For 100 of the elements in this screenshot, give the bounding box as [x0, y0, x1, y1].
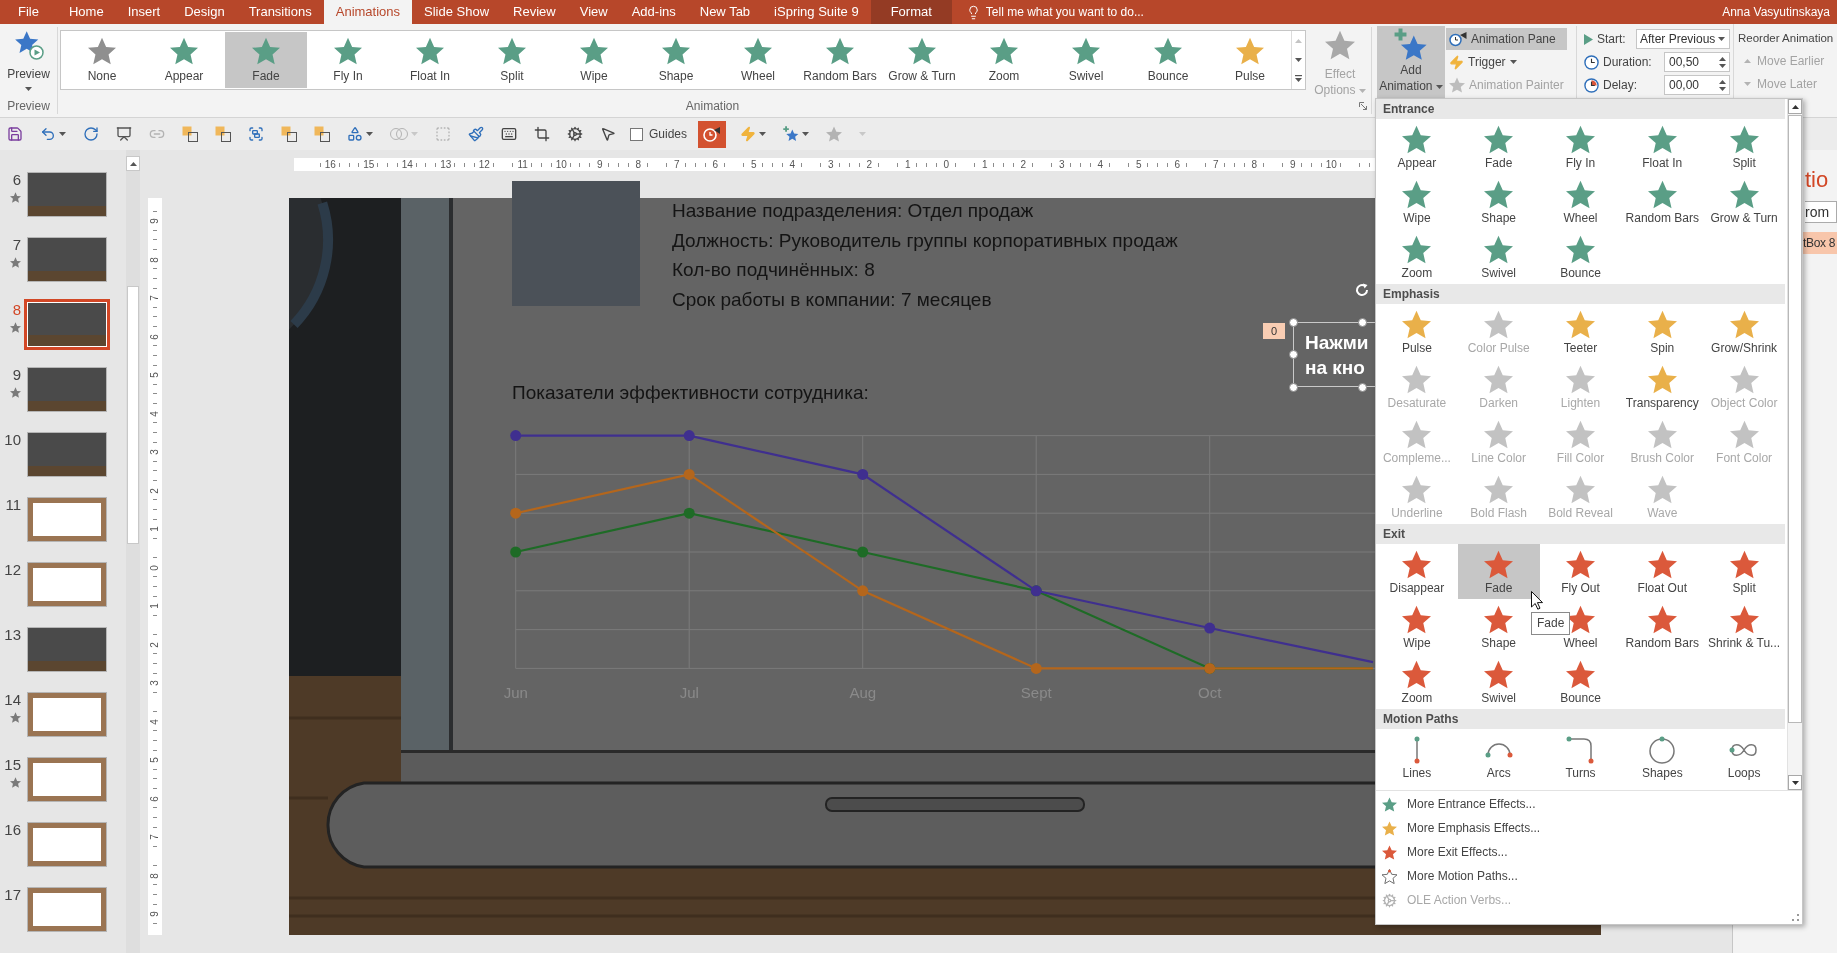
effect-item[interactable]: Fade	[1457, 544, 1540, 599]
scroll-down-button[interactable]	[1788, 775, 1802, 790]
slide-thumbnail[interactable]	[27, 887, 107, 932]
effect-item[interactable]: Fade	[225, 32, 307, 88]
effect-item[interactable]: Fade	[1457, 119, 1540, 174]
add-animation-button[interactable]: Add Animation	[1377, 26, 1445, 98]
effect-item[interactable]: Bounce	[1539, 229, 1622, 284]
effect-item[interactable]: Swivel	[1457, 654, 1540, 709]
checkbox-label[interactable]: Guides	[649, 125, 688, 143]
effect-item[interactable]: Lines	[1376, 729, 1458, 784]
scrollbar-thumb[interactable]	[127, 286, 139, 544]
resize-handle[interactable]	[1288, 382, 1298, 392]
effect-item[interactable]: Loops	[1703, 729, 1785, 784]
slide-thumbnail[interactable]	[27, 822, 107, 867]
effect-item[interactable]: Fly In	[307, 32, 389, 88]
user-name[interactable]: Anna Vasyutinskaya	[1722, 3, 1837, 21]
effect-item[interactable]: Teeter	[1539, 304, 1622, 359]
effect-item[interactable]: Fly Out	[1539, 544, 1622, 599]
effect-item[interactable]: Float In	[1621, 119, 1704, 174]
slide-thumbnail[interactable]	[27, 432, 107, 477]
slide-thumbnail[interactable]	[27, 367, 107, 412]
menu-item[interactable]: More Entrance Effects...	[1376, 792, 1802, 816]
effect-item[interactable]: Appear	[1376, 119, 1458, 174]
ribbon-tab[interactable]: Review	[501, 0, 568, 24]
slide-thumbnail[interactable]	[27, 562, 107, 607]
effect-item[interactable]: Turns	[1539, 729, 1622, 784]
menu-item[interactable]: More Emphasis Effects...	[1376, 816, 1802, 840]
ribbon-tab[interactable]: iSpring Suite 9	[762, 0, 871, 24]
effect-item[interactable]: Shrink & Tu...	[1703, 599, 1785, 654]
effect-item[interactable]: Split	[471, 32, 553, 88]
timing-button[interactable]	[698, 120, 727, 148]
effect-item[interactable]: Bounce	[1539, 654, 1622, 709]
resize-handle[interactable]	[1357, 382, 1367, 392]
effect-item[interactable]: Shape	[635, 32, 717, 88]
effect-item[interactable]: Random Bars	[1621, 174, 1704, 229]
preview-button[interactable]: Preview	[2, 27, 55, 97]
effect-item[interactable]: Shape	[1457, 174, 1540, 229]
ribbon-tab[interactable]: Transitions	[236, 0, 324, 24]
scroll-up-button[interactable]	[126, 156, 140, 171]
ribbon-tab[interactable]: File	[0, 0, 57, 24]
effect-item[interactable]: Split	[1703, 544, 1785, 599]
ribbon-tab[interactable]: Insert	[115, 0, 173, 24]
effect-item[interactable]: Pulse	[1376, 304, 1458, 359]
effect-item[interactable]: Arcs	[1457, 729, 1540, 784]
checkbox[interactable]	[630, 127, 643, 141]
effect-item[interactable]: Fly In	[1539, 119, 1622, 174]
play-from-button[interactable]: rom	[1805, 201, 1837, 223]
effect-item[interactable]: Appear	[143, 32, 225, 88]
ribbon-tab[interactable]: Home	[56, 0, 116, 24]
effect-item[interactable]: Wipe	[1376, 599, 1458, 654]
ribbon-tab[interactable]: Design	[172, 0, 237, 24]
effect-item[interactable]: Swivel	[1457, 229, 1540, 284]
ribbon-tab[interactable]: Format	[870, 0, 952, 24]
ribbon-command[interactable]: Trigger	[1446, 51, 1567, 73]
effect-item[interactable]: Grow/Shrink	[1703, 304, 1785, 359]
effect-item[interactable]: Random Bars	[799, 32, 881, 88]
effect-item[interactable]: Wheel	[1539, 174, 1622, 229]
dropdown-field[interactable]: After Previous	[1636, 29, 1730, 49]
effect-item[interactable]: Bounce	[1127, 32, 1209, 88]
effect-item[interactable]: Grow & Turn	[1703, 174, 1785, 229]
effect-item[interactable]: Zoom	[1376, 654, 1458, 709]
effect-item[interactable]: Shapes	[1621, 729, 1704, 784]
slide-thumbnail[interactable]	[24, 299, 110, 350]
effect-item[interactable]: Grow & Turn	[881, 32, 963, 88]
effect-item[interactable]: Swivel	[1045, 32, 1127, 88]
slide-thumbnail[interactable]	[27, 627, 107, 672]
resize-handle[interactable]	[1357, 317, 1367, 327]
rotate-handle-icon[interactable]	[1355, 283, 1369, 297]
ribbon-command[interactable]: Animation Pane	[1446, 28, 1567, 50]
resize-handle[interactable]	[1288, 350, 1298, 359]
scrollbar[interactable]	[1787, 99, 1802, 790]
number-field[interactable]: 00,50	[1664, 52, 1730, 72]
effect-item[interactable]: Transparency	[1621, 359, 1704, 414]
scrollbar-thumb[interactable]	[1788, 115, 1802, 723]
ribbon-tab[interactable]: View	[567, 0, 620, 24]
ribbon-tab[interactable]: Add-ins	[619, 0, 688, 24]
effect-item[interactable]: Wipe	[553, 32, 635, 88]
resize-handle[interactable]	[1288, 317, 1298, 327]
effect-item[interactable]: None	[61, 32, 143, 88]
effect-item[interactable]: Wheel	[717, 32, 799, 88]
tell-me-field[interactable]: Tell me what you want to do...	[985, 0, 1196, 24]
effect-item[interactable]: Float In	[389, 32, 471, 88]
slide-thumbnail[interactable]	[27, 757, 107, 802]
menu-item[interactable]: More Motion Paths...	[1376, 864, 1802, 888]
slide-thumbnail[interactable]	[27, 497, 107, 542]
slide-thumbnail[interactable]	[27, 172, 107, 217]
effect-item[interactable]: Disappear	[1376, 544, 1458, 599]
effect-item[interactable]: Pulse	[1209, 32, 1291, 88]
slide-thumbnail[interactable]	[27, 692, 107, 737]
number-field[interactable]: 00,00	[1664, 75, 1730, 95]
effect-item[interactable]: Zoom	[963, 32, 1045, 88]
menu-item[interactable]: More Exit Effects...	[1376, 840, 1802, 864]
effect-item[interactable]: Float Out	[1621, 544, 1704, 599]
ribbon-tab[interactable]: New Tab	[687, 0, 763, 24]
scrollbar[interactable]	[126, 150, 140, 953]
effect-item[interactable]: Split	[1703, 119, 1785, 174]
ribbon-tab[interactable]: Slide Show	[412, 0, 502, 24]
effect-item[interactable]: Wipe	[1376, 174, 1458, 229]
resize-grip-icon[interactable]	[1792, 914, 1799, 921]
effect-item[interactable]: Spin	[1621, 304, 1704, 359]
